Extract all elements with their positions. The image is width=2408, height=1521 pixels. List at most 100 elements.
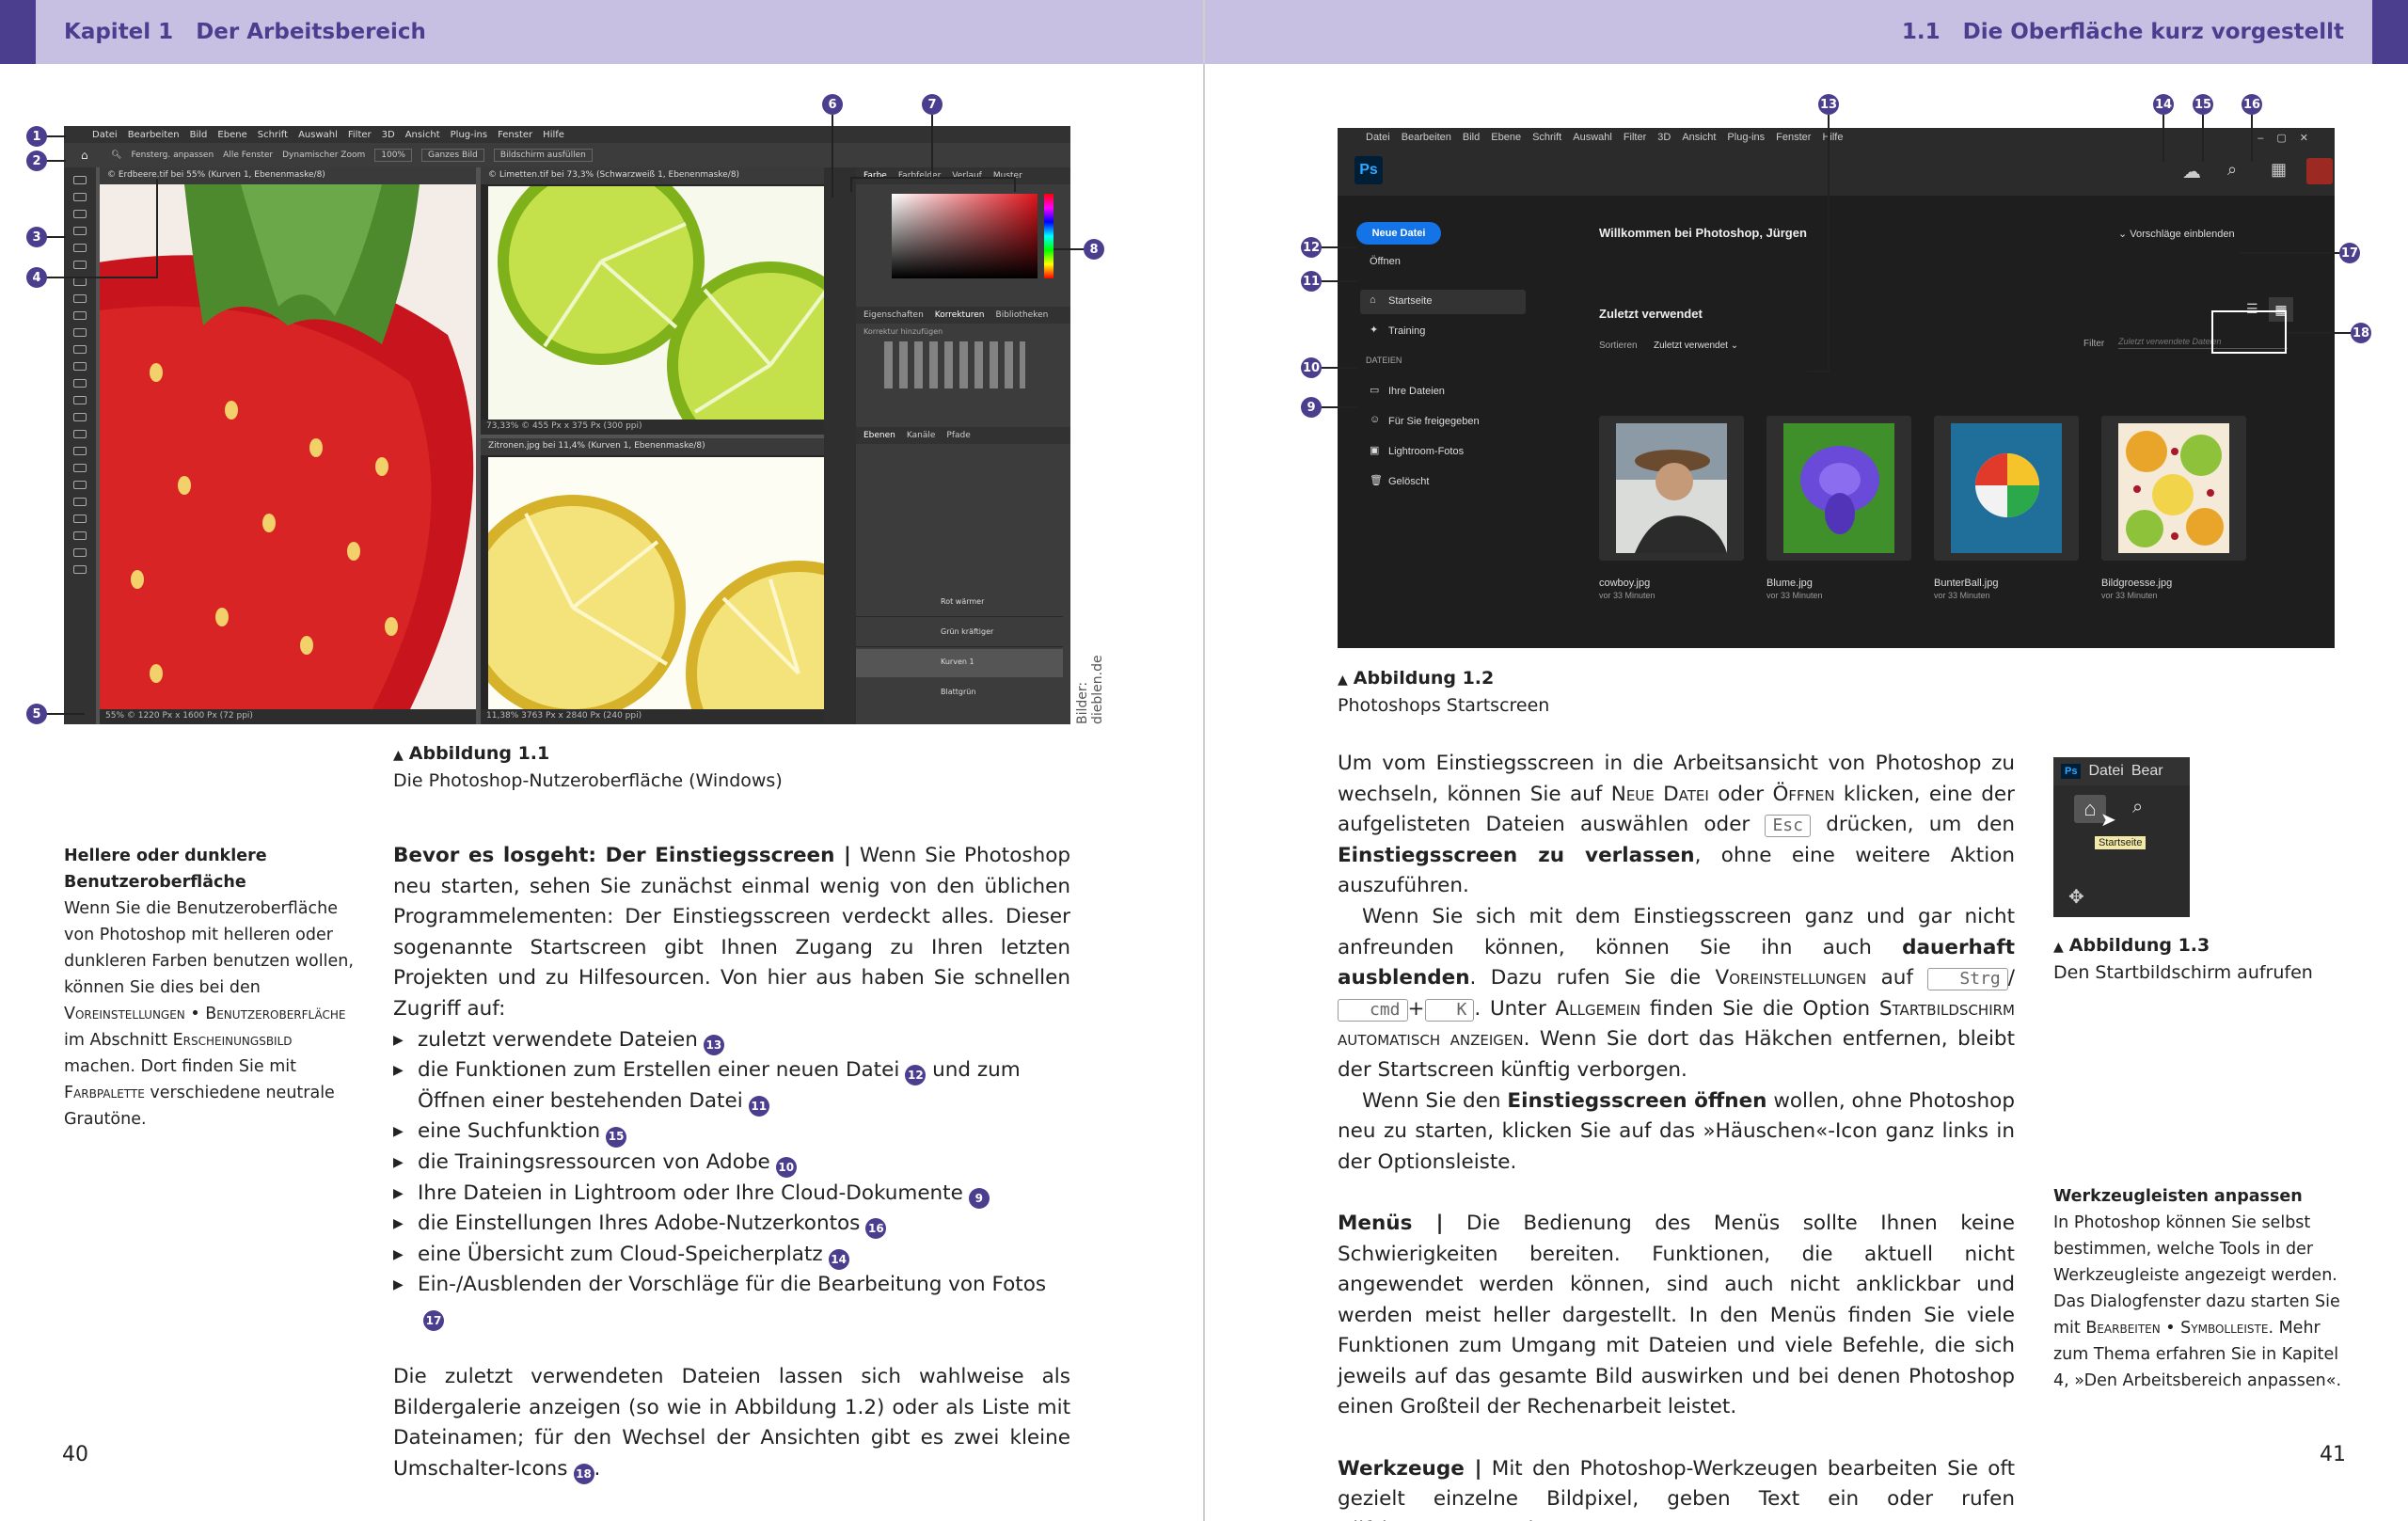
caption-label: Abbildung 1.2 (1353, 668, 1495, 689)
key-cap: Esc (1765, 815, 1811, 838)
caption-text: Den Startbildschirm aufrufen (2053, 962, 2313, 983)
callout-ref: 9 (968, 1187, 990, 1209)
menu-path: Voreinstellungen (1715, 966, 1867, 990)
sidebar-item-home (1360, 290, 1526, 314)
file-name: Bildgroesse.jpg vor 33 Minuten (2101, 578, 2172, 600)
zoom-value: 100% (374, 149, 412, 162)
trash-icon: 🗑︎ (1370, 475, 1383, 486)
menu-item: 3D (381, 129, 395, 140)
list-item: die Funktionen zum Erstellen einer neuen… (393, 1055, 1070, 1117)
chapter-header: Kapitel 1 Der Arbeitsbereich (0, 0, 1203, 64)
text-run: finden Sie die Option (1640, 996, 1879, 1021)
photoshop-startscreen-screenshot: Datei Bearbeiten Bild Ebene Schrift Ausw… (1338, 128, 2335, 648)
menu-item: Filter (1623, 132, 1647, 143)
menu-item: Ansicht (404, 129, 440, 140)
ps-home-topbar: Ps ☁ ⌕ ▦ (1338, 147, 2335, 196)
text-run: Die Bedienung des Menüs sollte Ihnen kei… (1338, 1211, 2015, 1419)
text-run: . Dazu rufen Sie die (1469, 966, 1716, 990)
menu-item: Datei (2088, 763, 2124, 779)
layer-row: Kurven 1 (856, 649, 1063, 677)
lightroom-icon: ▣ (1370, 445, 1380, 456)
margin-note-title: Werkzeugleisten anpassen (2053, 1187, 2303, 1206)
panel-tab: Eigenschaften (863, 310, 924, 320)
menu-path: Öffnen (1772, 782, 1835, 806)
callout-line (2251, 115, 2253, 162)
panel-tab: Ebenen (863, 431, 895, 440)
menu-item: Ebene (217, 129, 247, 140)
ps-options-bar: ⌂ 🔍︎ Fensterg. anpassen Alle Fenster Dyn… (64, 143, 1070, 167)
text-run: Ihre Dateien in Lightroom oder Ihre Clou… (418, 1180, 963, 1205)
ps-menubar: Datei Bearbeiten Bild Ebene Schrift Ausw… (64, 126, 1070, 143)
callout-line (1828, 115, 1830, 372)
callout-ref: 14 (828, 1249, 849, 1271)
panel-tab: Muster (992, 171, 1022, 181)
panel-tab: Pfade (946, 431, 971, 440)
list-item: Ein-/Ausblenden der Vorschläge für die B… (393, 1270, 1070, 1332)
home-icon: ⌂ (1370, 294, 1376, 306)
document-status: 73,33% © 455 Px x 375 Px (300 ppi) (481, 420, 866, 435)
header-edge-tab (2372, 0, 2408, 64)
body-text: Um vom Einstiegsscreen in die Arbeitsans… (1338, 749, 2015, 1521)
caption-label: Abbildung 1.3 (2068, 935, 2210, 956)
menu-item: Bearbeiten (127, 129, 180, 140)
list-item: die Trainingsressourcen von Adobe10 (393, 1148, 1070, 1179)
panel-tab: Farbfelder (897, 171, 942, 181)
ps-menubar: Datei Bearbeiten Bild Ebene Schrift Ausw… (1338, 128, 2335, 147)
file-thumbnail (1934, 416, 2079, 561)
zoom-icon: ⌕ (2132, 797, 2144, 817)
menu-item: Bearbeiten (1401, 132, 1451, 143)
margin-note-text: Wenn Sie die Benutzeroberfläche von Phot… (64, 895, 357, 1133)
tooltip: Startseite (2095, 836, 2147, 849)
layer-name: Grün kräftiger (941, 627, 994, 636)
home-icon: ⌂ (81, 149, 88, 162)
callout-line (1807, 371, 1830, 372)
menu-item: Filter (347, 129, 372, 140)
emphasis: Einstiegsscreen zu verlassen (1338, 843, 1695, 867)
people-icon: ☺ (1370, 414, 1381, 425)
text-run: Die zuletzt verwendeten Dateien lassen s… (393, 1365, 1070, 1481)
text-run: die Einstellungen Ihres Adobe-Nutzerkont… (418, 1212, 861, 1236)
file-time: vor 33 Minuten (1599, 591, 1656, 600)
callout-marker: 8 (1084, 239, 1104, 260)
ps-logo: Ps (1354, 156, 1383, 184)
color-panel-tabs: Farbe Farbfelder Verlauf Muster (856, 167, 1070, 184)
ball-image (1951, 423, 2062, 553)
callout-line (47, 277, 158, 278)
text-run: . (594, 1456, 601, 1481)
window-controls: –▢✕ (2258, 132, 2321, 144)
callout-marker: 7 (922, 94, 943, 115)
menu-item: Bild (189, 129, 208, 140)
callout-line (1054, 248, 1084, 250)
move-tool-icon: ✥ (2068, 887, 2084, 908)
file-thumbnail (1766, 416, 1911, 561)
menu-item: Schrift (257, 129, 289, 140)
option-label: Fensterg. anpassen (131, 151, 214, 160)
layer-name: Kurven 1 (941, 658, 974, 666)
callout-marker: 9 (1301, 397, 1322, 418)
file-label: Bildgroesse.jpg (2101, 578, 2173, 589)
callout-ref: 18 (573, 1464, 594, 1485)
photoshop-ui-screenshot: Datei Bearbeiten Bild Ebene Schrift Ausw… (64, 126, 1070, 724)
callout-marker: 4 (26, 267, 47, 288)
header-edge-tab (0, 0, 36, 64)
left-page: Kapitel 1 Der Arbeitsbereich Datei Bearb… (0, 0, 1203, 1521)
run-in-heading: Werkzeuge | (1338, 1456, 1482, 1481)
callout-ref: 15 (606, 1126, 627, 1148)
list-item: eine Suchfunktion15 (393, 1117, 1070, 1148)
caption-text: Die Photoshop-Nutzeroberfläche (Windows) (393, 770, 783, 791)
files-heading: DATEIEN (1366, 356, 1402, 365)
section-title: Die Oberfläche kurz vorgestellt (1962, 20, 2344, 44)
text-run: Wenn Sie den (1362, 1088, 1508, 1113)
callout-line (47, 135, 66, 137)
margin-note: Hellere oder dunklere Benutzeroberfläche… (64, 843, 357, 1133)
paragraph: Die zuletzt verwendeten Dateien lassen s… (393, 1362, 1070, 1485)
right-page: 1.1 Die Oberfläche kurz vorgestellt Date… (1205, 0, 2408, 1521)
sidebar-item-label: Training (1388, 325, 1426, 337)
sort-value: Zuletzt verwendet (1654, 341, 1728, 351)
text-run: zuletzt verwendete Dateien (418, 1027, 698, 1052)
callout-marker: 17 (2339, 243, 2360, 263)
text-run: Wenn Sie Photoshop neu starten, sehen Si… (393, 844, 1070, 1021)
color-picker (892, 194, 1038, 278)
chevron-down-icon: ⌄ (2118, 229, 2131, 240)
file-label: Blume.jpg (1766, 578, 1813, 589)
